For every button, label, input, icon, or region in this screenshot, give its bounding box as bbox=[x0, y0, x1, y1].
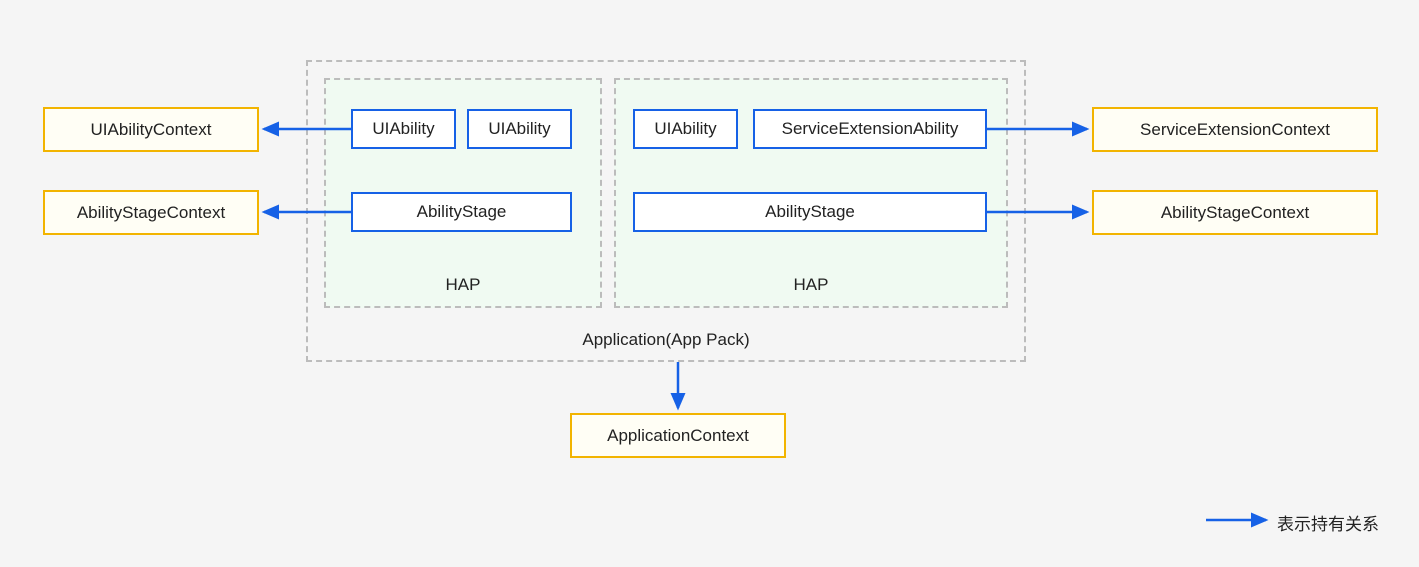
hap2-label: HAP bbox=[614, 275, 1008, 295]
legend-text: 表示持有关系 bbox=[1277, 510, 1379, 535]
abilitystage-context-left-label: AbilityStageContext bbox=[77, 203, 225, 223]
application-context-box: ApplicationContext bbox=[570, 413, 786, 458]
app-pack-label: Application(App Pack) bbox=[306, 330, 1026, 350]
uiability-context-box: UIAbilityContext bbox=[43, 107, 259, 152]
hap1-abilitystage-label: AbilityStage bbox=[417, 202, 507, 222]
hap2-serviceextensionability: ServiceExtensionAbility bbox=[753, 109, 987, 149]
abilitystage-context-left-box: AbilityStageContext bbox=[43, 190, 259, 235]
application-context-label: ApplicationContext bbox=[607, 426, 749, 446]
hap2-abilitystage-label: AbilityStage bbox=[765, 202, 855, 222]
abilitystage-context-right-label: AbilityStageContext bbox=[1161, 203, 1309, 223]
serviceextension-context-box: ServiceExtensionContext bbox=[1092, 107, 1378, 152]
hap1-uiability-1-label: UIAbility bbox=[372, 119, 434, 139]
hap1-label: HAP bbox=[324, 275, 602, 295]
hap1-uiability-2: UIAbility bbox=[467, 109, 572, 149]
hap2-uiability-label: UIAbility bbox=[654, 119, 716, 139]
abilitystage-context-right-box: AbilityStageContext bbox=[1092, 190, 1378, 235]
hap1-uiability-2-label: UIAbility bbox=[488, 119, 550, 139]
uiability-context-label: UIAbilityContext bbox=[91, 120, 212, 140]
hap2-uiability: UIAbility bbox=[633, 109, 738, 149]
hap2-abilitystage: AbilityStage bbox=[633, 192, 987, 232]
hap1-uiability-1: UIAbility bbox=[351, 109, 456, 149]
serviceextension-context-label: ServiceExtensionContext bbox=[1140, 120, 1330, 140]
hap2-sea-label: ServiceExtensionAbility bbox=[782, 119, 959, 139]
hap1-abilitystage: AbilityStage bbox=[351, 192, 572, 232]
